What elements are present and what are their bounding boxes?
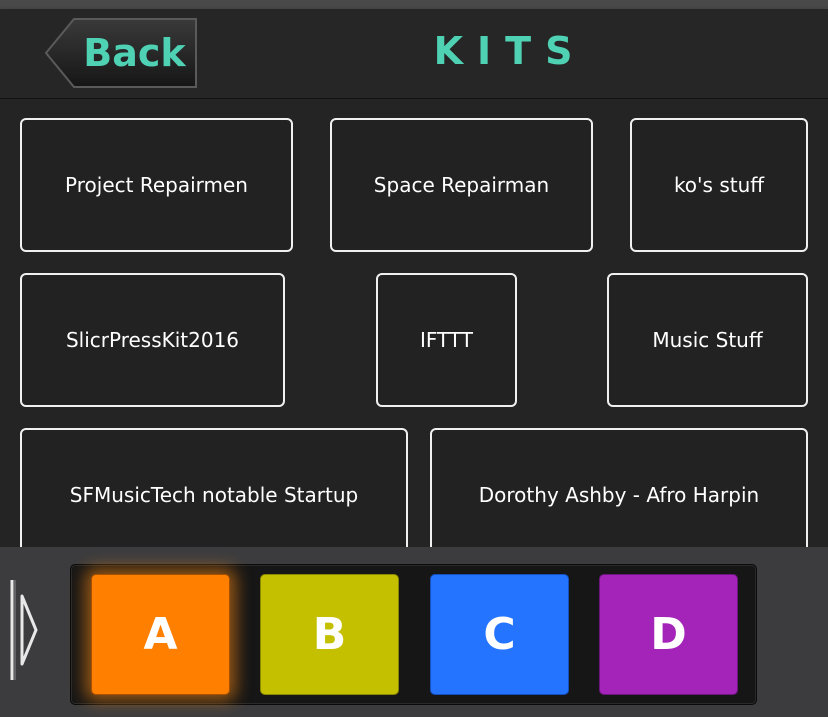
kit-tile[interactable]: SlicrPressKit2016 <box>20 273 285 407</box>
kit-tile[interactable]: Dorothy Ashby - Afro Harpin <box>430 428 808 547</box>
back-button[interactable]: Back <box>44 17 199 89</box>
kit-label: SlicrPressKit2016 <box>65 328 240 352</box>
kit-tile[interactable]: SFMusicTech notable Startup <box>20 428 408 547</box>
kits-panel: Back KITS Project Repairmen Space Repair… <box>0 9 828 547</box>
pad-label: D <box>650 609 687 660</box>
pad-label: B <box>312 609 347 660</box>
kit-label: IFTTT <box>420 328 473 352</box>
kit-label: Music Stuff <box>652 328 763 352</box>
kit-label: Space Repairman <box>373 173 550 197</box>
kit-tile[interactable]: Music Stuff <box>607 273 808 407</box>
pad-b[interactable]: B <box>260 574 399 695</box>
kit-label: SFMusicTech notable Startup <box>69 483 359 507</box>
pad-label: C <box>483 609 516 660</box>
kit-label: Project Repairmen <box>65 173 248 197</box>
kit-tile[interactable]: Project Repairmen <box>20 118 293 252</box>
kit-grid: Project Repairmen Space Repairman ko's s… <box>0 99 828 547</box>
kit-label: ko's stuff <box>673 173 765 197</box>
chevron-right-icon[interactable] <box>8 578 42 682</box>
page-title: KITS <box>433 29 587 73</box>
pad-d[interactable]: D <box>599 574 738 695</box>
kit-tile[interactable]: IFTTT <box>376 273 517 407</box>
pad-label: A <box>143 609 178 660</box>
pad-c[interactable]: C <box>430 574 569 695</box>
header-bar: Back KITS <box>0 9 828 99</box>
kit-label: Dorothy Ashby - Afro Harpin <box>478 483 760 507</box>
pad-a[interactable]: A <box>91 574 230 695</box>
top-strip <box>0 0 828 9</box>
back-label: Back <box>83 31 186 75</box>
kit-tile[interactable]: Space Repairman <box>330 118 593 252</box>
kit-tile[interactable]: ko's stuff <box>630 118 808 252</box>
